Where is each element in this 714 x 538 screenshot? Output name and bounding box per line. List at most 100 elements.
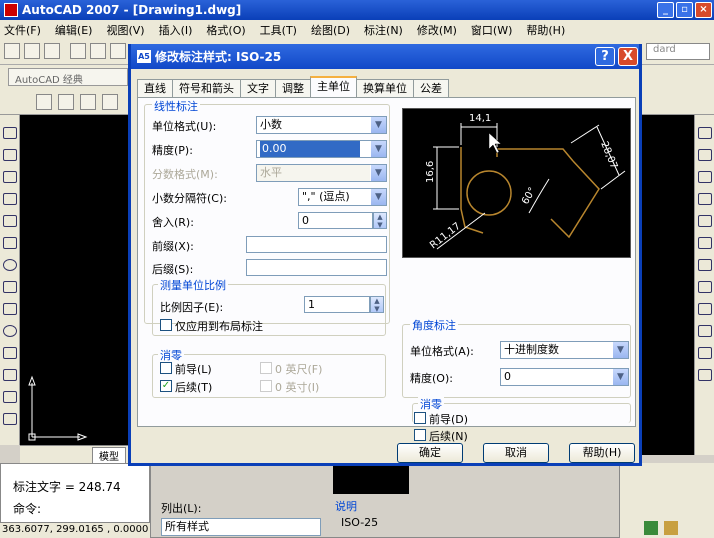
print-icon[interactable]: [70, 43, 86, 59]
chevron-down-icon: ▼: [370, 117, 386, 133]
angular-leading-checkbox[interactable]: [414, 412, 426, 424]
suffix-input[interactable]: [246, 259, 387, 276]
tab-tolerances[interactable]: 公差: [413, 79, 449, 97]
round-off-spinner[interactable]: ▲ ▼: [373, 212, 387, 229]
dialog-close-button[interactable]: X: [618, 47, 638, 66]
menu-edit[interactable]: 编辑(E): [55, 22, 93, 38]
ok-button[interactable]: 确定: [397, 443, 463, 463]
tab-fit[interactable]: 调整: [275, 79, 311, 97]
hatch-icon[interactable]: [3, 413, 17, 425]
cancel-button[interactable]: 取消: [483, 443, 549, 463]
round-off-input[interactable]: 0: [298, 212, 373, 229]
menu-file[interactable]: 文件(F): [4, 22, 41, 38]
ordinate-dim-icon[interactable]: [102, 94, 118, 110]
chevron-down-icon: ▼: [612, 369, 628, 385]
status-bar: 363.6077, 299.0165 , 0.0000: [0, 522, 150, 538]
fraction-format-select[interactable]: 水平 ▼: [256, 164, 387, 182]
arc-icon[interactable]: [3, 237, 17, 249]
menu-insert[interactable]: 插入(I): [159, 22, 193, 38]
drawing-canvas[interactable]: [20, 115, 132, 445]
angular-precision-select[interactable]: 0 ▼: [500, 368, 629, 386]
prefix-input[interactable]: [246, 236, 387, 253]
angular-format-label: 单位格式(A):: [410, 345, 474, 358]
preview-icon[interactable]: [90, 43, 106, 59]
precision-select[interactable]: 0.00 ▼: [256, 140, 387, 158]
angular-format-select[interactable]: 十进制度数 ▼: [500, 341, 629, 359]
menu-view[interactable]: 视图(V): [106, 22, 144, 38]
angular-trailing-checkbox[interactable]: [414, 429, 426, 441]
model-tab[interactable]: 模型: [92, 447, 126, 464]
rotate-icon[interactable]: [698, 259, 712, 271]
copy-icon[interactable]: [698, 149, 712, 161]
insert-block-icon[interactable]: [3, 347, 17, 359]
unit-format-select[interactable]: 小数 ▼: [256, 116, 387, 134]
scale-factor-input[interactable]: 1: [304, 296, 370, 313]
description-value: ISO-25: [341, 516, 379, 529]
break-icon[interactable]: [698, 369, 712, 381]
circle-icon[interactable]: [3, 259, 17, 271]
publish-icon[interactable]: [110, 43, 126, 59]
open-file-icon[interactable]: [24, 43, 40, 59]
linear-dim-icon[interactable]: [36, 94, 52, 110]
tab-symbols-arrows[interactable]: 符号和箭头: [172, 79, 241, 97]
decimal-separator-select[interactable]: "," (逗点) ▼: [298, 188, 387, 206]
inches-zero-checkbox[interactable]: [260, 380, 272, 392]
save-icon[interactable]: [44, 43, 60, 59]
scale-icon[interactable]: [698, 281, 712, 293]
arc-dim-icon[interactable]: [80, 94, 96, 110]
polyline-icon[interactable]: [3, 171, 17, 183]
new-file-icon[interactable]: [4, 43, 20, 59]
tab-lines[interactable]: 直线: [137, 79, 173, 97]
offset-icon[interactable]: [698, 193, 712, 205]
dimstyle-icon: A5: [137, 50, 151, 63]
tab-alternate-units[interactable]: 换算单位: [356, 79, 414, 97]
spline-icon[interactable]: [3, 303, 17, 315]
trailing-zero-checkbox[interactable]: ✓: [160, 380, 172, 392]
make-block-icon[interactable]: [3, 369, 17, 381]
menu-dimension[interactable]: 标注(N): [364, 22, 403, 38]
workspace-dropdown[interactable]: AutoCAD 经典: [8, 68, 128, 86]
preview-dim-top: 14,1: [469, 113, 491, 124]
feet-zero-checkbox[interactable]: [260, 362, 272, 374]
ellipse-icon[interactable]: [3, 325, 17, 337]
tab-primary-units[interactable]: 主单位: [310, 76, 357, 97]
angular-leading-label: 前导(D): [429, 413, 469, 426]
aligned-dim-icon[interactable]: [58, 94, 74, 110]
close-window-button[interactable]: ×: [695, 2, 712, 18]
stretch-icon[interactable]: [698, 303, 712, 315]
menu-modify[interactable]: 修改(M): [417, 22, 457, 38]
tray-icon-lock[interactable]: [644, 521, 658, 535]
mouse-cursor-icon: [488, 132, 502, 154]
tray-area: [620, 463, 714, 538]
scale-factor-spinner[interactable]: ▲ ▼: [370, 296, 384, 313]
erase-icon[interactable]: [698, 127, 712, 139]
menu-format[interactable]: 格式(O): [206, 22, 245, 38]
rectangle-icon[interactable]: [3, 215, 17, 227]
restore-button[interactable]: ▫: [676, 2, 693, 18]
construction-line-icon[interactable]: [3, 149, 17, 161]
tab-text[interactable]: 文字: [240, 79, 276, 97]
menu-draw[interactable]: 绘图(D): [311, 22, 350, 38]
dialog-help-button[interactable]: ?: [595, 47, 615, 66]
line-icon[interactable]: [3, 127, 17, 139]
menu-help[interactable]: 帮助(H): [526, 22, 565, 38]
list-dropdown[interactable]: 所有样式: [161, 518, 321, 536]
extend-icon[interactable]: [698, 347, 712, 359]
tray-icon-comm[interactable]: [664, 521, 678, 535]
style-dropdown[interactable]: dard: [646, 43, 710, 60]
move-icon[interactable]: [698, 237, 712, 249]
array-icon[interactable]: [698, 215, 712, 227]
revcloud-icon[interactable]: [3, 281, 17, 293]
menu-window[interactable]: 窗口(W): [471, 22, 512, 38]
leading-zero-checkbox[interactable]: [160, 362, 172, 374]
menu-tools[interactable]: 工具(T): [260, 22, 297, 38]
trim-icon[interactable]: [698, 325, 712, 337]
polygon-icon[interactable]: [3, 193, 17, 205]
drawing-canvas-right[interactable]: [640, 115, 694, 455]
point-icon[interactable]: [3, 391, 17, 403]
layout-tabs: 模型: [20, 445, 132, 464]
mirror-icon[interactable]: [698, 171, 712, 183]
help-button[interactable]: 帮助(H): [569, 443, 635, 463]
layout-only-checkbox[interactable]: [160, 319, 172, 331]
minimize-button[interactable]: _: [657, 2, 674, 18]
